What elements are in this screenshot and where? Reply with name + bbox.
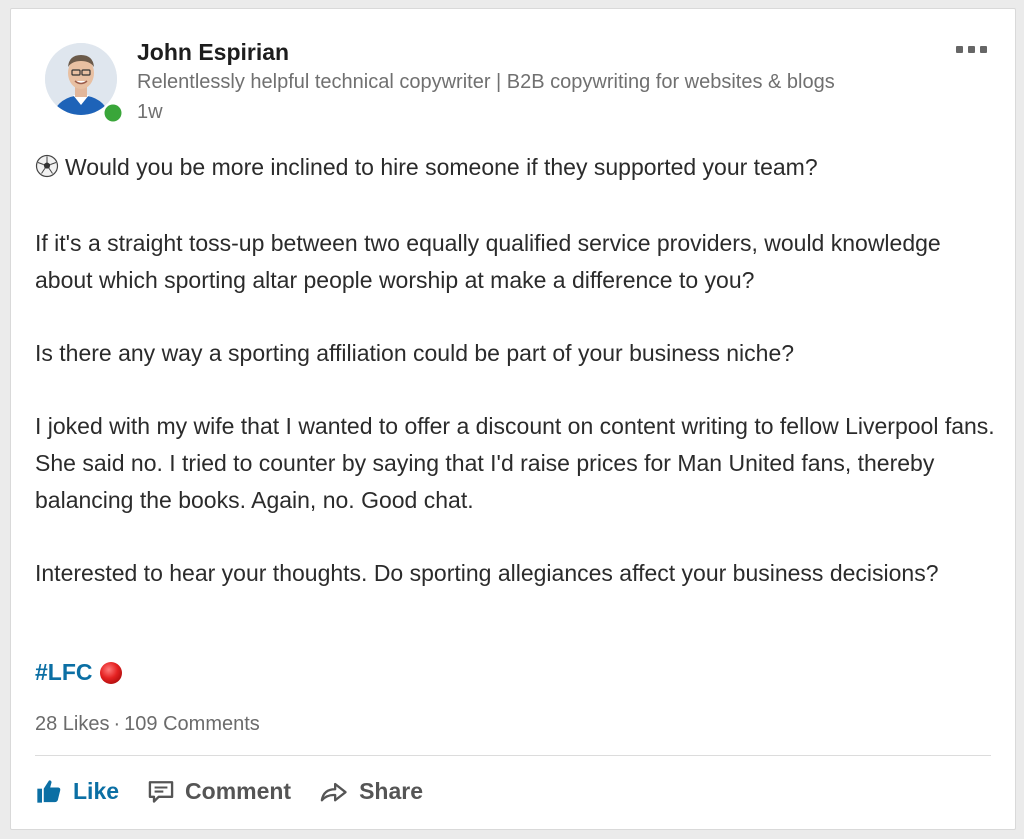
author-headline: Relentlessly helpful technical copywrite… <box>137 71 835 93</box>
more-dot-icon <box>980 45 987 53</box>
more-dot-icon <box>956 45 963 53</box>
share-label: Share <box>359 777 424 804</box>
share-button[interactable]: Share <box>319 777 423 805</box>
more-dot-icon <box>968 45 975 53</box>
post-paragraph: Interested to hear your thoughts. Do spo… <box>35 560 939 586</box>
post-paragraph-text: Would you be more inclined to hire someo… <box>65 154 818 180</box>
more-options-button[interactable] <box>956 39 1000 59</box>
post-timestamp: 1w <box>137 101 163 123</box>
post-paragraph: Would you be more inclined to hire someo… <box>35 149 995 189</box>
social-counts: 28 Likes · 109 Comments <box>35 713 260 736</box>
author-avatar[interactable] <box>45 41 125 127</box>
share-arrow-icon <box>320 782 347 802</box>
like-label: Like <box>73 777 120 804</box>
like-button[interactable]: Like <box>35 777 119 805</box>
post-card: John Espirian Relentlessly helpful techn… <box>10 8 1016 830</box>
author-name[interactable]: John Espirian <box>137 39 289 66</box>
comments-count[interactable]: 109 Comments <box>124 713 260 735</box>
counts-separator: · <box>113 713 121 735</box>
thumbs-up-icon <box>37 780 61 803</box>
likes-count[interactable]: 28 Likes <box>35 713 110 735</box>
soccer-ball-icon <box>35 152 59 189</box>
hashtag-link[interactable]: #LFC <box>35 659 93 686</box>
action-bar: Like Comment Share <box>35 777 423 805</box>
hashtag-row: #LFC <box>35 659 123 686</box>
post-paragraph: Is there any way a sporting affiliation … <box>35 340 795 366</box>
divider <box>35 755 991 756</box>
comment-label: Comment <box>185 777 292 804</box>
post-paragraph: If it's a straight toss-up between two e… <box>35 230 941 293</box>
comment-icon <box>148 781 174 803</box>
post-paragraph: I joked with my wife that I wanted to of… <box>35 413 995 513</box>
post-body: Would you be more inclined to hire someo… <box>35 149 995 628</box>
comment-button[interactable]: Comment <box>147 777 291 805</box>
red-circle-icon <box>99 661 122 684</box>
